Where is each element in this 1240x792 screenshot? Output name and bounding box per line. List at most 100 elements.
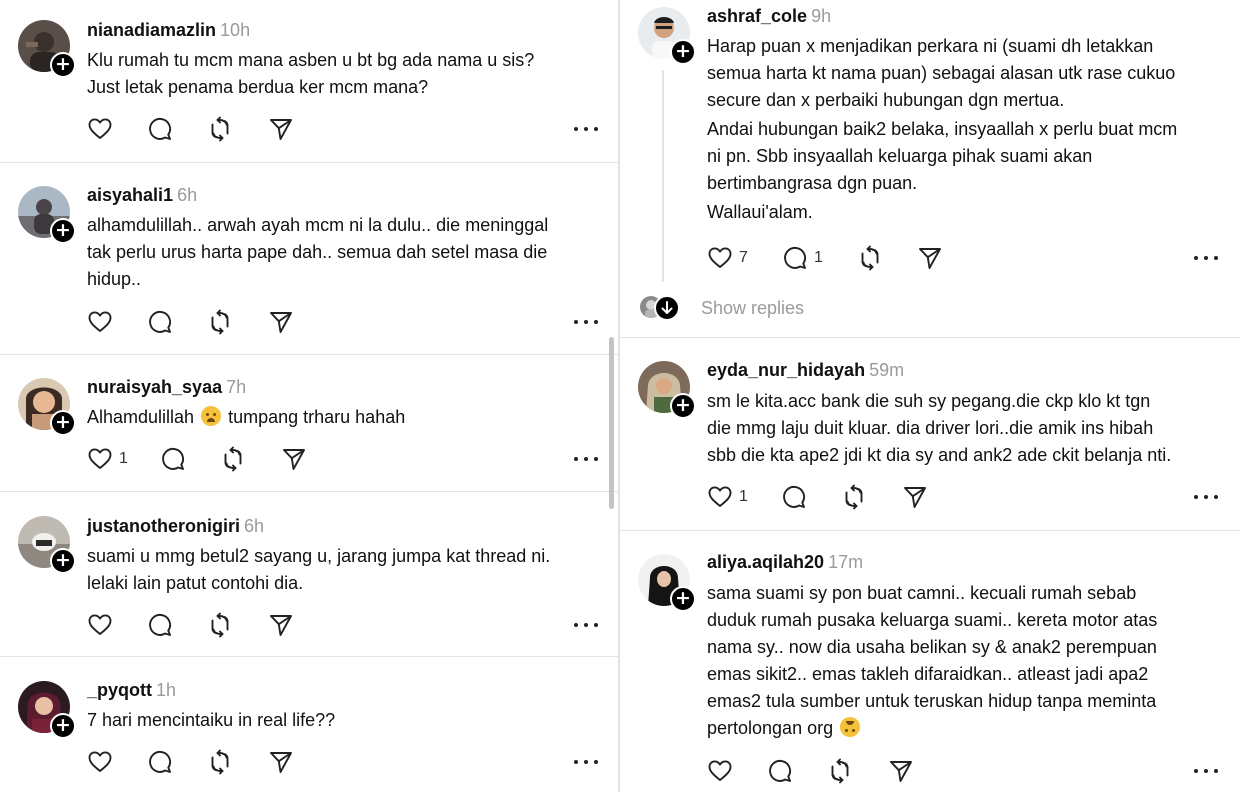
repost-button[interactable] <box>207 116 233 142</box>
reply-button[interactable] <box>147 749 173 775</box>
more-options-button[interactable] <box>574 446 598 472</box>
reply-post: + justanotheronigiri 6h suami u mmg betul… <box>0 491 620 657</box>
avatar-button[interactable]: + <box>18 186 76 244</box>
avatar-button[interactable]: + <box>18 378 76 436</box>
scrollbar-thumb[interactable] <box>609 337 614 509</box>
avatar-button[interactable]: + <box>638 554 696 612</box>
follow-plus-icon[interactable]: + <box>50 218 76 244</box>
like-button[interactable] <box>707 758 733 784</box>
reply-button[interactable] <box>160 446 186 472</box>
repost-button[interactable] <box>220 446 246 472</box>
follow-plus-icon[interactable]: + <box>670 393 696 419</box>
avatar-button[interactable]: + <box>18 20 76 78</box>
like-button[interactable]: 1 <box>87 446 128 472</box>
send-icon <box>268 116 294 142</box>
send-icon <box>902 484 928 510</box>
post-text: suami u mmg betul2 sayang u, jarang jump… <box>87 543 550 597</box>
reply-button[interactable] <box>147 309 173 335</box>
repost-button[interactable] <box>207 309 233 335</box>
more-options-button[interactable] <box>574 612 598 638</box>
follow-plus-icon[interactable]: + <box>50 410 76 436</box>
share-button[interactable] <box>917 245 943 271</box>
follow-plus-icon[interactable]: + <box>50 713 76 739</box>
share-button[interactable] <box>268 749 294 775</box>
username[interactable]: aisyahali1 <box>87 185 173 205</box>
username[interactable]: nuraisyah_syaa <box>87 377 222 397</box>
post-text: Klu rumah tu mcm mana asben u bt bg ada … <box>87 47 534 101</box>
show-replies-link[interactable]: Show replies <box>701 298 804 319</box>
post-text-line: suami u mmg betul2 sayang u, jarang jump… <box>87 546 551 566</box>
follow-plus-icon[interactable]: + <box>50 548 76 574</box>
share-button[interactable] <box>268 116 294 142</box>
repost-button[interactable] <box>207 749 233 775</box>
repost-icon <box>207 309 233 335</box>
like-button[interactable] <box>87 116 113 142</box>
avatar-button[interactable]: + <box>638 361 696 419</box>
follow-plus-icon[interactable]: + <box>50 52 76 78</box>
more-options-button[interactable] <box>574 309 598 335</box>
reply-button[interactable] <box>147 612 173 638</box>
heart-icon <box>87 446 113 472</box>
reply-button[interactable]: 1 <box>782 245 823 271</box>
reply-button[interactable] <box>767 758 793 784</box>
post-meta: nianadiamazlin 10h <box>87 19 250 41</box>
share-button[interactable] <box>281 446 307 472</box>
avatar-button[interactable]: + <box>18 681 76 739</box>
repost-icon <box>857 245 883 271</box>
like-button[interactable] <box>87 749 113 775</box>
timestamp: 1h <box>156 680 177 700</box>
follow-plus-icon[interactable]: + <box>670 586 696 612</box>
post-text-line: sbb die kta ape2 jdi kt dia sy and ank2 … <box>707 445 1172 465</box>
repost-button[interactable] <box>827 758 853 784</box>
post-text-line: sama suami sy pon buat camni.. kecuali r… <box>707 583 1137 603</box>
more-options-button[interactable] <box>574 749 598 775</box>
username[interactable]: nianadiamazlin <box>87 20 216 40</box>
avatar-button[interactable]: + <box>638 7 696 65</box>
avatar-button[interactable]: + <box>18 516 76 574</box>
action-bar <box>87 116 598 142</box>
like-button[interactable]: 7 <box>707 245 748 271</box>
share-button[interactable] <box>888 758 914 784</box>
username[interactable]: ashraf_cole <box>707 6 807 26</box>
more-options-button[interactable] <box>1194 758 1218 784</box>
repost-icon <box>207 749 233 775</box>
send-icon <box>917 245 943 271</box>
repost-icon <box>827 758 853 784</box>
action-bar: 7 1 <box>707 245 1218 271</box>
like-button[interactable] <box>87 309 113 335</box>
timestamp: 17m <box>828 552 864 572</box>
heart-icon <box>87 116 113 142</box>
share-button[interactable] <box>268 309 294 335</box>
heart-icon <box>87 309 113 335</box>
share-button[interactable] <box>902 484 928 510</box>
repost-button[interactable] <box>841 484 867 510</box>
post-text-segment: pertolongan org <box>707 718 834 738</box>
like-button[interactable]: 1 <box>707 484 748 510</box>
username[interactable]: justanotheronigiri <box>87 516 240 536</box>
repost-button[interactable] <box>207 612 233 638</box>
more-options-button[interactable] <box>574 116 598 142</box>
more-options-button[interactable] <box>1194 484 1218 510</box>
post-meta: eyda_nur_hidayah 59m <box>707 359 904 381</box>
post-meta: aisyahali1 6h <box>87 184 197 206</box>
more-icon <box>574 320 578 324</box>
repost-icon <box>207 116 233 142</box>
username[interactable]: eyda_nur_hidayah <box>707 360 865 380</box>
reply-post: + nuraisyah_syaa 7h Alhamdulillah tumpang… <box>0 354 620 492</box>
post-text-line: die mmg laju duit kluar. dia driver lori… <box>707 418 1154 438</box>
post-text-line: bertimbangrasa dgn puan. <box>707 173 918 193</box>
comment-icon <box>782 245 808 271</box>
post-text-line: Just letak penama berdua ker mcm mana? <box>87 77 429 97</box>
reply-button[interactable] <box>147 116 173 142</box>
share-button[interactable] <box>268 612 294 638</box>
action-bar <box>87 612 598 638</box>
reply-button[interactable] <box>781 484 807 510</box>
follow-plus-icon[interactable]: + <box>670 39 696 65</box>
more-options-button[interactable] <box>1194 245 1218 271</box>
repost-button[interactable] <box>857 245 883 271</box>
comment-icon <box>147 612 173 638</box>
username[interactable]: aliya.aqilah20 <box>707 552 824 572</box>
username[interactable]: _pyqott <box>87 680 152 700</box>
like-button[interactable] <box>87 612 113 638</box>
action-bar: 1 <box>87 446 598 472</box>
